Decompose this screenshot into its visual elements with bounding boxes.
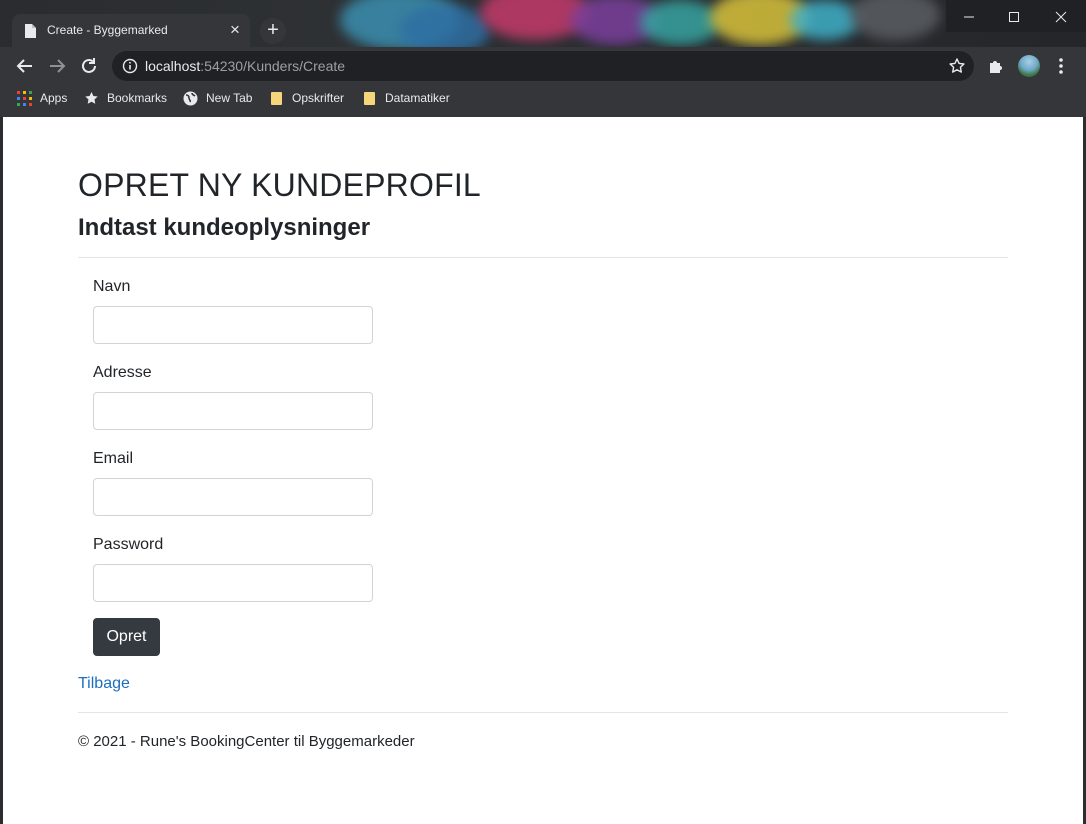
bookmark-datamatiker[interactable]: Datamatiker xyxy=(363,85,450,111)
globe-icon xyxy=(183,91,198,105)
url-text[interactable]: localhost:54230/Kunders/Create xyxy=(145,58,345,74)
reload-icon[interactable] xyxy=(76,53,102,79)
bookmark-bookmarks[interactable]: Bookmarks xyxy=(84,85,167,111)
password-label: Password xyxy=(93,536,164,553)
browser-toolbar: localhost:54230/Kunders/Create xyxy=(0,47,1086,85)
email-input[interactable] xyxy=(93,478,373,516)
maximize-icon[interactable] xyxy=(991,0,1036,32)
back-arrow-icon[interactable] xyxy=(12,53,38,79)
navn-label: Navn xyxy=(93,278,131,295)
bookmark-label: Apps xyxy=(40,91,68,105)
back-link[interactable]: Tilbage xyxy=(78,675,130,693)
bookmark-label: New Tab xyxy=(206,91,253,105)
page-title: OPRET NY KUNDEPROFIL xyxy=(78,167,481,203)
bookmarks-bar: Apps Bookmarks New Tab Opskrifter Datama… xyxy=(0,85,1086,117)
folder-icon xyxy=(271,91,282,105)
password-input[interactable] xyxy=(93,564,373,602)
tab-close-icon[interactable]: × xyxy=(226,19,244,41)
close-window-icon[interactable] xyxy=(1036,0,1086,32)
site-info-icon[interactable] xyxy=(122,58,138,74)
opret-button[interactable]: Opret xyxy=(93,618,160,656)
footer-text: © 2021 - Rune's BookingCenter til Byggem… xyxy=(78,733,415,750)
address-bar[interactable]: localhost:54230/Kunders/Create xyxy=(112,51,974,81)
bookmark-label: Datamatiker xyxy=(385,91,450,105)
adresse-input[interactable] xyxy=(93,392,373,430)
url-host: localhost xyxy=(145,58,201,74)
profile-avatar[interactable] xyxy=(1018,55,1040,77)
bookmark-label: Opskrifter xyxy=(292,91,345,105)
more-menu-icon[interactable] xyxy=(1052,56,1070,76)
folder-icon xyxy=(364,91,375,105)
bookmark-opskrifter[interactable]: Opskrifter xyxy=(270,85,344,111)
extensions-puzzle-icon[interactable] xyxy=(987,57,1005,75)
footer-divider xyxy=(78,712,1008,713)
new-tab-button[interactable]: + xyxy=(260,18,286,44)
theme-background-art xyxy=(330,0,950,47)
star-icon xyxy=(85,91,98,104)
bookmark-label: Bookmarks xyxy=(107,91,168,105)
apps-grid-icon xyxy=(17,90,32,106)
page-content: OPRET NY KUNDEPROFIL Indtast kundeoplysn… xyxy=(3,117,1083,824)
tab-title: Create - Byggemarked xyxy=(47,23,168,37)
bookmark-new-tab[interactable]: New Tab xyxy=(183,85,252,111)
url-path: :54230/Kunders/Create xyxy=(200,58,346,74)
browser-chrome: Create - Byggemarked × + localhost:54230… xyxy=(0,0,1086,117)
email-label: Email xyxy=(93,450,134,467)
divider xyxy=(78,257,1008,258)
page-favicon-icon xyxy=(25,24,36,38)
bookmark-star-icon[interactable] xyxy=(948,57,966,75)
navn-input[interactable] xyxy=(93,306,373,344)
minimize-icon[interactable] xyxy=(946,0,991,32)
adresse-label: Adresse xyxy=(93,364,152,381)
tab-strip: Create - Byggemarked × + xyxy=(0,0,1086,47)
page-subtitle: Indtast kundeoplysninger xyxy=(78,214,371,241)
bookmark-apps[interactable]: Apps xyxy=(17,85,67,111)
browser-tab-active[interactable]: Create - Byggemarked × xyxy=(12,14,250,47)
forward-arrow-icon[interactable] xyxy=(44,53,70,79)
